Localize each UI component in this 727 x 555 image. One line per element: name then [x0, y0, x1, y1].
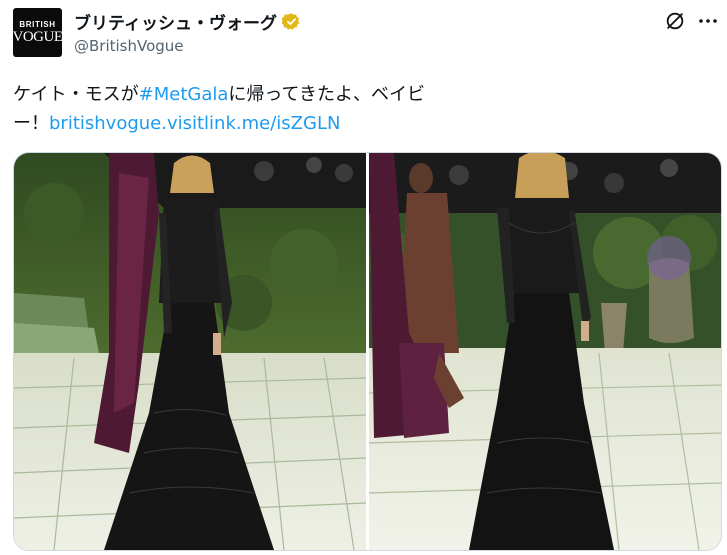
media-grid — [13, 152, 722, 551]
tweet-text-part1: ケイト・モスが — [13, 84, 139, 105]
avatar-text-vogue: VOGUE — [13, 29, 62, 45]
more-icon[interactable] — [696, 10, 720, 32]
tweet-text-part3: ー！ — [13, 113, 49, 134]
photo-1[interactable] — [14, 153, 366, 550]
hashtag-link[interactable]: #MetGala — [139, 84, 229, 105]
display-name[interactable]: ブリティッシュ・ヴォーグ — [74, 9, 277, 34]
photo-2[interactable] — [369, 153, 721, 550]
tweet-text-part2: に帰ってきたよ、ベイビ — [228, 84, 425, 105]
url-link[interactable]: britishvogue.visitlink.me/isZGLN — [49, 113, 340, 134]
avatar-text-british: BRITISH — [19, 20, 56, 29]
tweet: BRITISH VOGUE ブリティッシュ・ヴォーグ @BritishVogue… — [0, 0, 727, 555]
grok-icon[interactable] — [664, 10, 686, 32]
avatar[interactable]: BRITISH VOGUE — [13, 8, 62, 57]
name-row: ブリティッシュ・ヴォーグ — [74, 9, 301, 34]
tweet-text: ケイト・モスが#MetGalaに帰ってきたよ、ベイビー！britishvogue… — [13, 80, 513, 138]
verified-badge-icon — [281, 12, 300, 30]
handle[interactable]: @BritishVogue — [74, 37, 184, 55]
